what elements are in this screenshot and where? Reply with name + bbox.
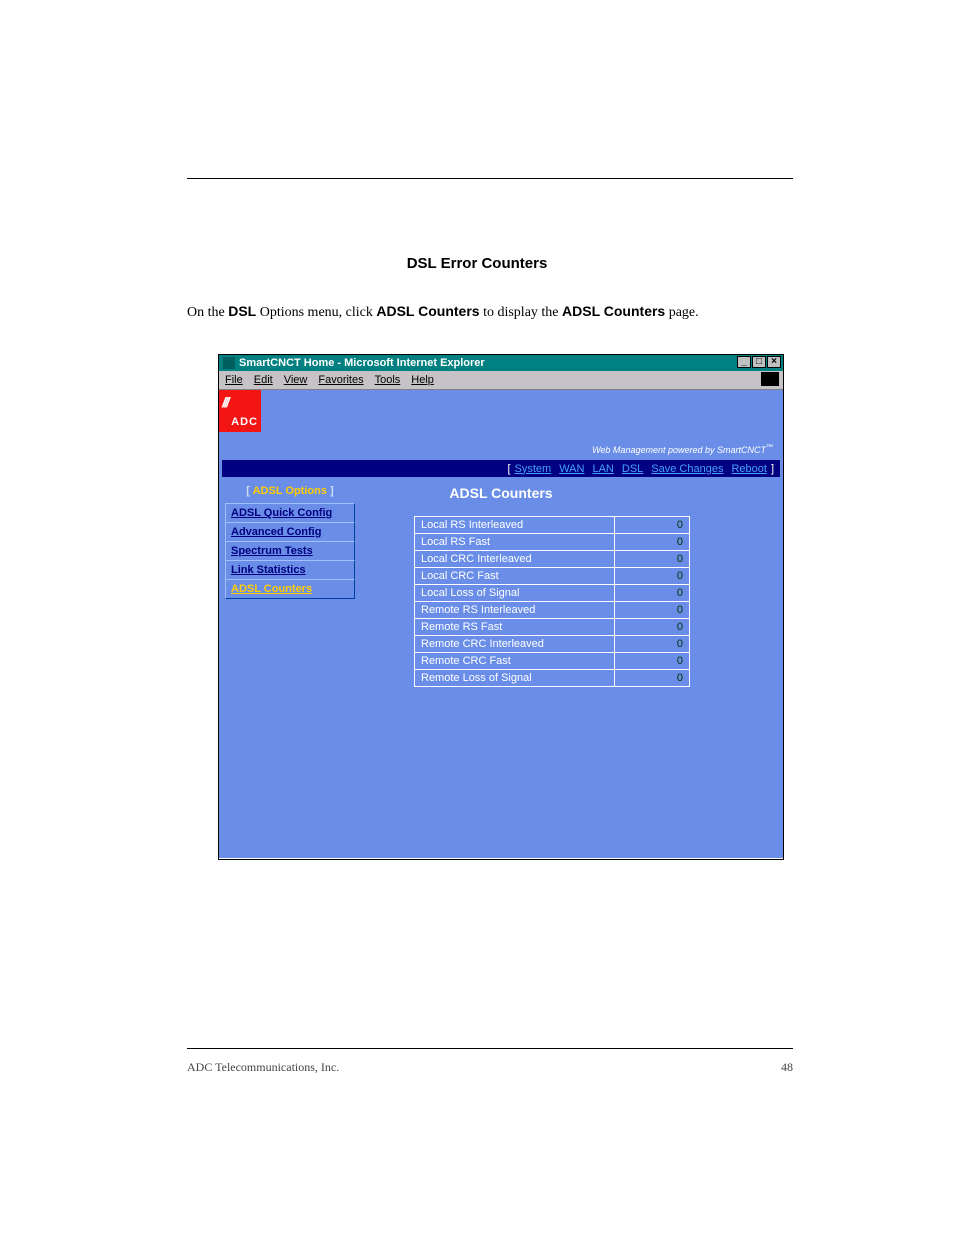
counter-label: Remote RS Interleaved xyxy=(415,602,615,619)
menubar: File Edit View Favorites Tools Help xyxy=(219,371,783,390)
counter-label: Local CRC Interleaved xyxy=(415,551,615,568)
window-close-button[interactable]: × xyxy=(767,356,781,368)
table-row: Remote CRC Fast0 xyxy=(415,653,690,670)
ie-app-icon xyxy=(223,357,235,369)
table-row: Remote RS Interleaved0 xyxy=(415,602,690,619)
menu-file[interactable]: File xyxy=(225,374,243,386)
counter-value: 0 xyxy=(615,670,690,687)
horizontal-rule-bottom xyxy=(187,1048,793,1049)
counter-label: Remote CRC Interleaved xyxy=(415,636,615,653)
menu-help[interactable]: Help xyxy=(411,374,434,386)
counter-label: Remote RS Fast xyxy=(415,619,615,636)
sidebar-item-link-statistics[interactable]: Link Statistics xyxy=(225,560,355,580)
menu-view[interactable]: View xyxy=(284,374,308,386)
sidebar-item-adsl-counters[interactable]: ADSL Counters xyxy=(225,579,355,599)
nav-system[interactable]: System xyxy=(515,463,552,475)
table-row: Local Loss of Signal0 xyxy=(415,585,690,602)
description-line: On the DSL Options menu, click ADSL Coun… xyxy=(187,303,699,321)
counter-value: 0 xyxy=(615,585,690,602)
adc-logo: /// ADC xyxy=(219,390,261,432)
content-title: ADSL Counters xyxy=(219,485,783,501)
heading-dsl-error-counters: DSL Error Counters xyxy=(0,255,954,272)
nav-reboot[interactable]: Reboot xyxy=(731,463,766,475)
counter-value: 0 xyxy=(615,517,690,534)
browser-window: SmartCNCT Home - Microsoft Internet Expl… xyxy=(218,354,784,860)
counter-label: Remote Loss of Signal xyxy=(415,670,615,687)
table-row: Local RS Fast0 xyxy=(415,534,690,551)
window-minimize-button[interactable]: _ xyxy=(737,356,751,368)
window-title: SmartCNCT Home - Microsoft Internet Expl… xyxy=(239,357,485,369)
menu-tools[interactable]: Tools xyxy=(375,374,401,386)
adc-logo-text: ADC xyxy=(231,416,258,428)
counters-table: Local RS Interleaved0Local RS Fast0Local… xyxy=(414,516,690,687)
menu-edit[interactable]: Edit xyxy=(254,374,273,386)
counter-label: Local Loss of Signal xyxy=(415,585,615,602)
counter-value: 0 xyxy=(615,653,690,670)
counter-value: 0 xyxy=(615,602,690,619)
menu-favorites[interactable]: Favorites xyxy=(318,374,363,386)
brand-tagline: Web Management powered by SmartCNCT™ xyxy=(592,444,773,455)
desc-mid2: to display the xyxy=(483,305,562,320)
table-row: Local CRC Fast0 xyxy=(415,568,690,585)
nav-bracket-open: [ xyxy=(507,463,510,475)
desc-bold-dsl: DSL xyxy=(228,303,256,319)
horizontal-rule-top xyxy=(187,178,793,179)
window-maximize-button[interactable]: □ xyxy=(752,356,766,368)
counter-value: 0 xyxy=(615,619,690,636)
counter-value: 0 xyxy=(615,636,690,653)
client-area: /// ADC Web Management powered by SmartC… xyxy=(219,390,783,858)
desc-bold-adsl-counters-1: ADSL Counters xyxy=(376,303,479,319)
window-titlebar: SmartCNCT Home - Microsoft Internet Expl… xyxy=(219,355,783,371)
sidebar: [ ADSL Options ] ADSL Quick Config Advan… xyxy=(225,485,355,598)
nav-wan[interactable]: WAN xyxy=(559,463,584,475)
footer-company: ADC Telecommunications, Inc. xyxy=(187,1060,339,1075)
nav-save-changes[interactable]: Save Changes xyxy=(651,463,723,475)
table-row: Remote RS Fast0 xyxy=(415,619,690,636)
sidebar-item-adsl-quick-config[interactable]: ADSL Quick Config xyxy=(225,503,355,523)
sidebar-item-advanced-config[interactable]: Advanced Config xyxy=(225,522,355,542)
counter-label: Local CRC Fast xyxy=(415,568,615,585)
desc-prefix: On the xyxy=(187,305,228,320)
counter-value: 0 xyxy=(615,551,690,568)
table-row: Remote Loss of Signal0 xyxy=(415,670,690,687)
counter-label: Remote CRC Fast xyxy=(415,653,615,670)
counter-value: 0 xyxy=(615,568,690,585)
top-nav: [ System WAN LAN DSL Save Changes Reboot… xyxy=(222,460,780,477)
counter-value: 0 xyxy=(615,534,690,551)
desc-bold-adsl-counters-2: ADSL Counters xyxy=(562,303,665,319)
desc-mid1: Options menu, click xyxy=(260,305,377,320)
table-row: Local RS Interleaved0 xyxy=(415,517,690,534)
adc-logo-slashes: /// xyxy=(222,394,228,410)
table-row: Local CRC Interleaved0 xyxy=(415,551,690,568)
sidebar-item-spectrum-tests[interactable]: Spectrum Tests xyxy=(225,541,355,561)
counter-label: Local RS Interleaved xyxy=(415,517,615,534)
nav-lan[interactable]: LAN xyxy=(592,463,613,475)
footer-page-number: 48 xyxy=(781,1060,793,1075)
table-row: Remote CRC Interleaved0 xyxy=(415,636,690,653)
counter-label: Local RS Fast xyxy=(415,534,615,551)
nav-bracket-close: ] xyxy=(771,463,774,475)
trademark-icon: ™ xyxy=(766,444,773,451)
throbber-icon xyxy=(761,372,779,386)
desc-suffix: page. xyxy=(669,305,699,320)
nav-dsl[interactable]: DSL xyxy=(622,463,643,475)
